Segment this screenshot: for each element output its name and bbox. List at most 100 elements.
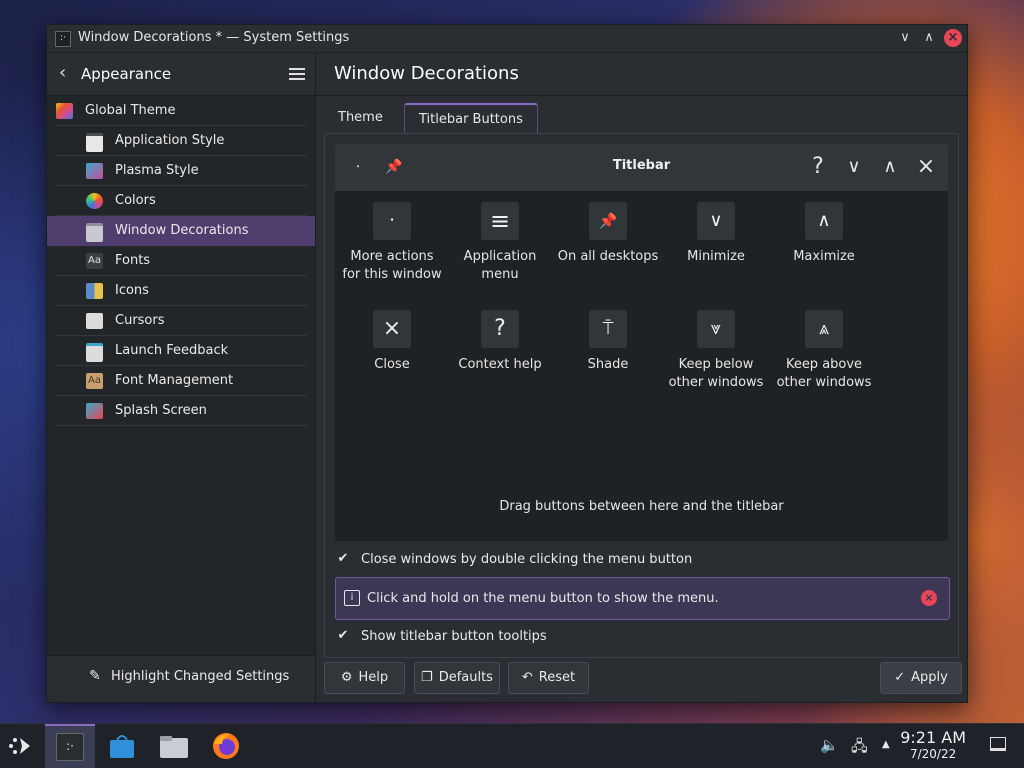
clock-time: 9:21 AM (900, 728, 966, 747)
window-decorations-icon (86, 223, 103, 242)
shade-icon: ⍑ (589, 310, 627, 348)
icons-icon (86, 283, 103, 299)
colors-icon (86, 193, 103, 209)
button-label: Shade (587, 357, 629, 372)
context-help-icon[interactable]: ? (805, 154, 831, 180)
button-label: On all desktops (557, 249, 659, 264)
button-label: Keep below other windows (668, 357, 764, 390)
maximize-icon[interactable]: ∧ (919, 28, 939, 48)
checkbox-label: Show titlebar button tooltips (361, 629, 547, 644)
button-label: Close (374, 357, 410, 372)
window-title: Window Decorations * — System Settings (78, 30, 350, 45)
system-settings-app-icon: :· (56, 733, 84, 761)
available-button-keep-above[interactable]: ⩓ Keep above other windows (770, 310, 878, 392)
sidebar-item-label: Plasma Style (115, 163, 199, 178)
hamburger-menu-icon[interactable] (289, 65, 305, 83)
sidebar-item-colors[interactable]: Colors (47, 186, 315, 216)
global-theme-icon (56, 103, 73, 119)
close-on-double-click-checkbox[interactable]: ✔ Close windows by double clicking the me… (335, 550, 693, 570)
info-icon: i (344, 590, 360, 606)
pin-icon: 📌 (589, 202, 627, 240)
sidebar-item-plasma-style[interactable]: Plasma Style (47, 156, 315, 186)
sidebar-item-fonts[interactable]: Aa Fonts (47, 246, 315, 276)
window-titlebar[interactable]: :· Window Decorations * — System Setting… (47, 25, 967, 53)
button-label: Minimize (687, 249, 745, 264)
sidebar-item-label: Splash Screen (115, 403, 207, 418)
reset-button[interactable]: ↶ Reset (508, 662, 589, 694)
available-button-application-menu[interactable]: ≡ Application menu (446, 202, 554, 284)
sidebar-item-label: Cursors (115, 313, 165, 328)
undo-icon: ↶ (521, 670, 533, 685)
available-button-on-all-desktops[interactable]: 📌 On all desktops (554, 202, 662, 266)
system-settings-app-icon[interactable]: :· (55, 31, 71, 47)
available-button-close[interactable]: × Close (338, 310, 446, 374)
sidebar-item-label: Icons (115, 283, 149, 298)
context-help-icon: ? (481, 310, 519, 348)
button-label: More actions for this window (342, 249, 442, 282)
sidebar-item-global-theme[interactable]: Global Theme (47, 96, 315, 126)
checkmark-icon: ✔ (337, 550, 349, 566)
sidebar-title: Appearance (81, 65, 172, 83)
available-button-maximize[interactable]: ∧ Maximize (770, 202, 878, 266)
maximize-icon: ∧ (805, 202, 843, 240)
tab-theme[interactable]: Theme (324, 103, 406, 132)
close-icon[interactable]: × (913, 154, 939, 180)
apply-button[interactable]: ✓ Apply (880, 662, 962, 694)
show-desktop-icon[interactable] (990, 737, 1006, 751)
available-button-context-help[interactable]: ? Context help (446, 310, 554, 374)
highlighter-icon: ✎ (89, 668, 101, 684)
document-icon: ❐ (421, 670, 433, 685)
volume-icon[interactable]: 🔈 (820, 736, 839, 754)
keep-above-icon: ⩓ (805, 310, 843, 348)
application-launcher-icon[interactable] (6, 730, 38, 762)
sidebar-item-splash-screen[interactable]: Splash Screen (47, 396, 315, 426)
tab-titlebar-buttons[interactable]: Titlebar Buttons (404, 103, 538, 134)
info-message: i Click and hold on the menu button to s… (335, 577, 950, 620)
available-button-shade[interactable]: ⍑ Shade (554, 310, 662, 374)
show-hidden-icons-icon[interactable]: ▲ (882, 739, 890, 750)
sidebar-item-label: Font Management (115, 373, 234, 388)
minimize-icon[interactable]: ∨ (841, 154, 867, 180)
sidebar-item-label: Launch Feedback (115, 343, 229, 358)
discover-store-icon[interactable] (106, 730, 138, 762)
highlight-changed-settings-button[interactable]: ✎ Highlight Changed Settings (47, 655, 315, 702)
sidebar: ‹ Appearance Global Theme Application St… (47, 53, 316, 702)
sidebar-item-window-decorations[interactable]: Window Decorations (47, 216, 315, 246)
sidebar-item-icons[interactable]: Icons (47, 276, 315, 306)
sidebar-item-cursors[interactable]: Cursors (47, 306, 315, 336)
font-management-icon: Aa (86, 373, 103, 389)
sidebar-item-launch-feedback[interactable]: Launch Feedback (47, 336, 315, 366)
more-actions-icon: ⸱ (373, 202, 411, 240)
taskbar-item-system-settings[interactable]: :· (45, 724, 95, 768)
sidebar-item-font-management[interactable]: Aa Font Management (47, 366, 315, 396)
minimize-icon[interactable]: ∨ (895, 28, 915, 48)
application-style-icon (86, 133, 103, 152)
cursors-icon (86, 313, 103, 329)
main-header: Window Decorations (316, 53, 967, 96)
show-tooltips-checkbox[interactable]: ✔ Show titlebar button tooltips (335, 627, 547, 647)
button-label: Keep above other windows (776, 357, 872, 390)
back-icon[interactable]: ‹ (59, 62, 66, 83)
maximize-icon[interactable]: ∧ (877, 154, 903, 180)
help-button[interactable]: ⚙ Help (324, 662, 405, 694)
network-icon[interactable]: 🖧 (851, 736, 868, 761)
help-icon: ⚙ (340, 670, 353, 685)
button-label: Application menu (463, 249, 537, 282)
titlebar-preview[interactable]: ⸱ 📌 Titlebar ? ∨ ∧ × (335, 144, 948, 191)
available-button-minimize[interactable]: ∨ Minimize (662, 202, 770, 266)
clock[interactable]: 9:21 AM 7/20/22 (900, 728, 966, 762)
available-button-more-actions[interactable]: ⸱ More actions for this window (338, 202, 446, 284)
available-button-keep-below[interactable]: ⩔ Keep below other windows (662, 310, 770, 392)
sidebar-item-label: Window Decorations (115, 223, 249, 238)
titlebar-buttons-editor[interactable]: ⸱ 📌 Titlebar ? ∨ ∧ × ⸱ More actions for … (335, 144, 948, 541)
close-message-icon[interactable]: × (921, 590, 937, 606)
firefox-icon[interactable] (210, 730, 242, 762)
defaults-button[interactable]: ❐ Defaults (414, 662, 500, 694)
close-window-icon[interactable]: × (944, 29, 962, 47)
help-button-label: Help (358, 670, 389, 685)
checkbox-label: Close windows by double clicking the men… (361, 552, 693, 567)
info-message-text: Click and hold on the menu button to sho… (367, 591, 719, 606)
file-manager-icon[interactable] (158, 730, 190, 762)
reset-button-label: Reset (538, 670, 576, 685)
sidebar-item-application-style[interactable]: Application Style (47, 126, 315, 156)
